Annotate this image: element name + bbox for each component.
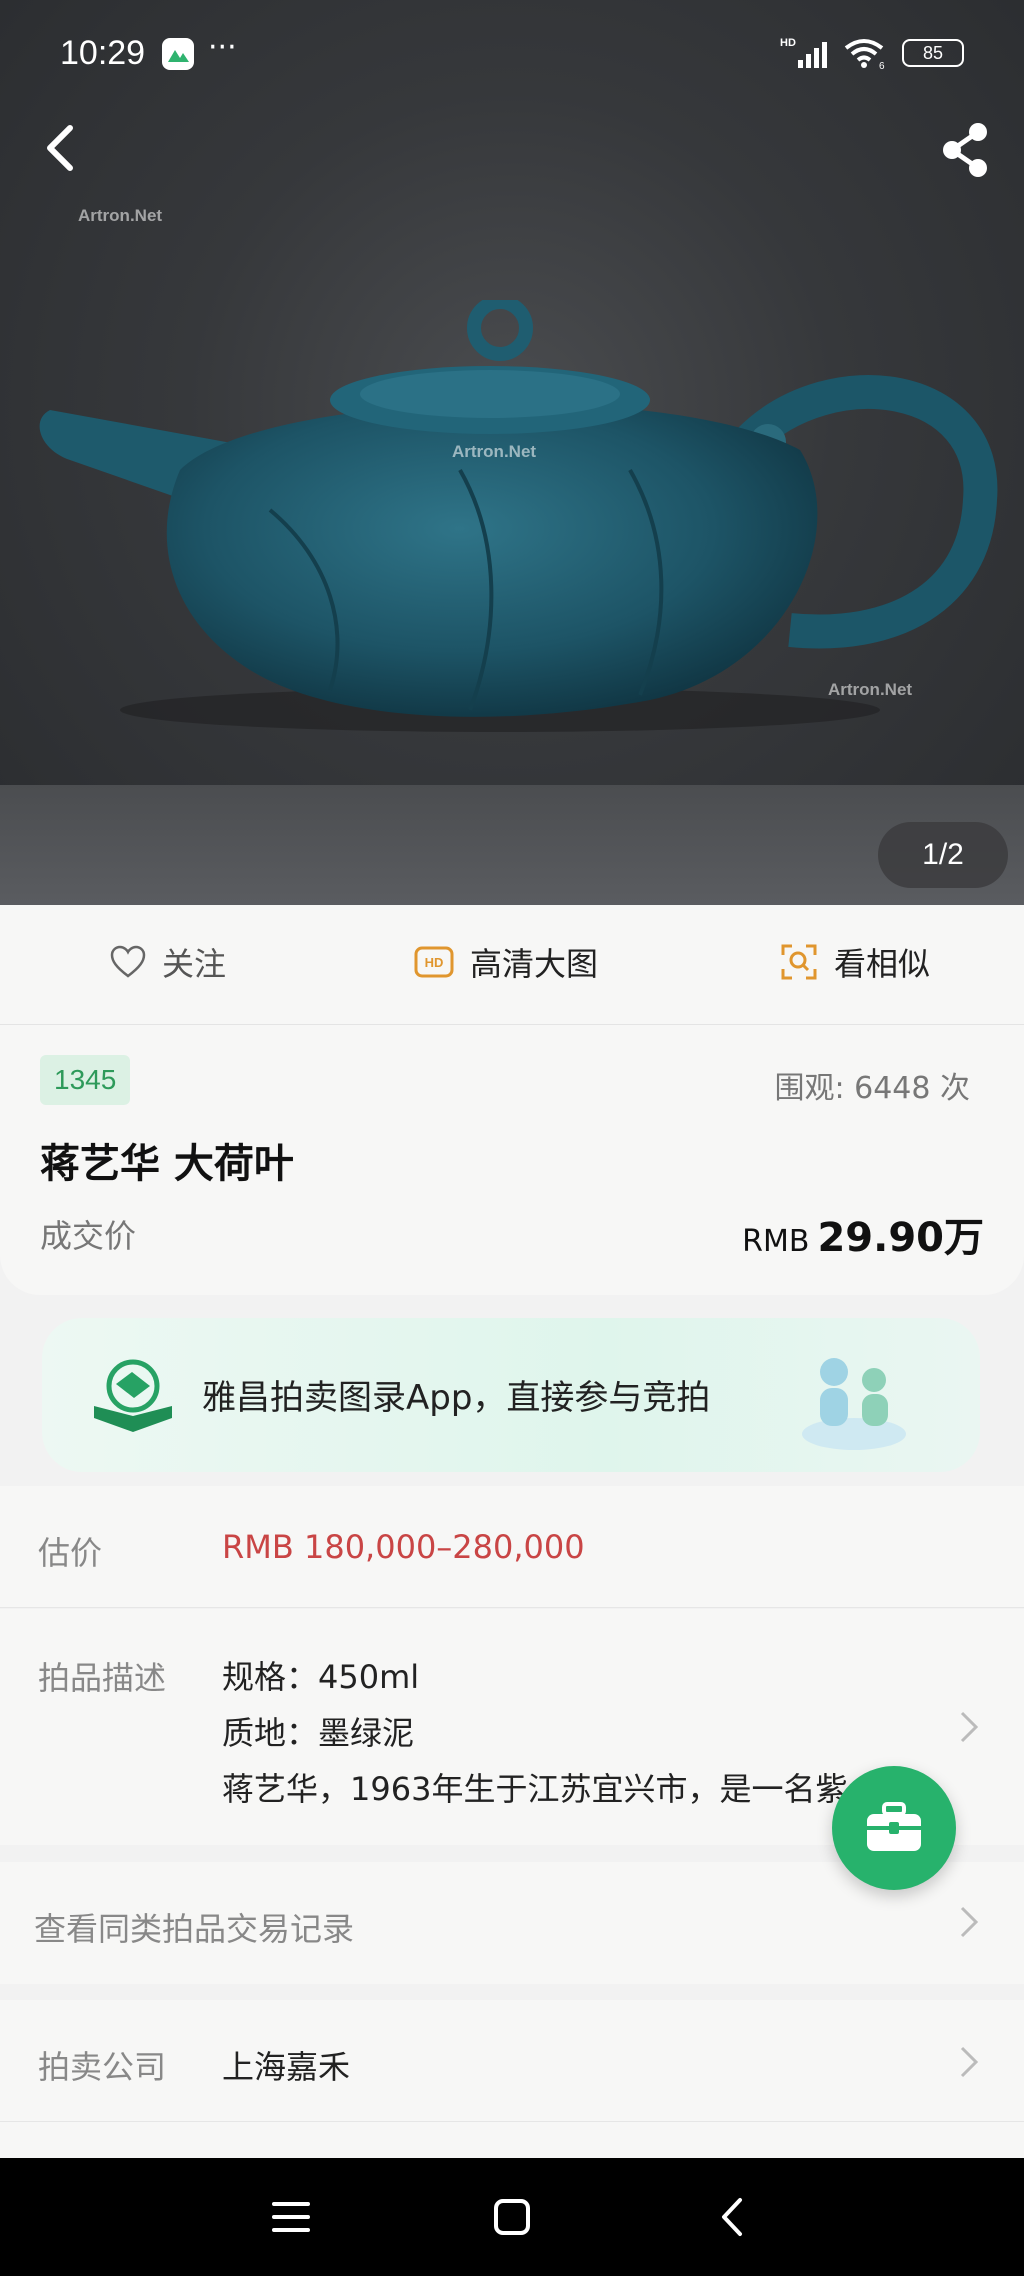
estimate-value: RMB 180,000–280,000 — [222, 1528, 585, 1566]
image-counter: 1/2 — [878, 822, 1008, 888]
home-icon[interactable] — [487, 2192, 537, 2242]
view-count: 围观: 6448 次 — [774, 1071, 970, 1106]
description-label: 拍品描述 — [38, 1659, 167, 1697]
lot-number-badge: 1345 — [40, 1055, 131, 1105]
heart-icon — [110, 945, 146, 978]
users-illustration-icon — [802, 1358, 906, 1450]
sold-price: RMB 29.90万 — [742, 1205, 984, 1263]
status-time: 10:29 — [60, 34, 146, 72]
trade-records-label: 查看同类拍品交易记录 — [34, 1910, 355, 1948]
status-indicators: HD 6 85 — [780, 36, 964, 70]
status-bar: 10:29 ··· HD 6 85 — [0, 0, 1024, 110]
app-promo-banner[interactable]: 雅昌拍卖图录App，直接参与竞拍 — [42, 1318, 980, 1472]
app-notification-icon — [162, 38, 194, 70]
chevron-left-icon — [47, 125, 73, 171]
lot-info-card: 关注 HD 高清大图 看相似 1345 围观: 6448 次 蒋艺华 大荷叶 成… — [0, 905, 1024, 1295]
price-currency: RMB — [742, 1224, 810, 1259]
price-value: 29.90万 — [817, 1215, 984, 1261]
menu-icon[interactable] — [266, 2192, 316, 2242]
wifi-icon: 6 — [844, 39, 885, 70]
hd-badge-label: HD — [425, 955, 444, 970]
back-button[interactable] — [34, 118, 90, 178]
toolbox-fab-button[interactable] — [832, 1766, 956, 1890]
similar-label: 看相似 — [834, 945, 931, 983]
chevron-right-icon — [960, 1711, 979, 1743]
battery-icon: 85 — [902, 39, 964, 67]
find-similar-button[interactable]: 看相似 — [780, 939, 930, 985]
auction-company-value: 上海嘉禾 — [222, 2048, 351, 2086]
description-line: 蒋艺华，1963年生于江苏宜兴市，是一名紫 — [222, 1770, 848, 1808]
hd-label: 高清大图 — [470, 945, 599, 983]
hero-floor — [0, 785, 1024, 905]
watermark: Artron.Net — [828, 680, 913, 699]
teapot-image — [39, 300, 998, 732]
auction-company-label: 拍卖公司 — [38, 2048, 167, 2086]
share-button[interactable] — [938, 120, 994, 180]
promo-text: 雅昌拍卖图录App，直接参与竞拍 — [202, 1378, 711, 1418]
artron-logo-icon — [94, 1359, 172, 1432]
hd-image-button[interactable]: HD 高清大图 — [414, 939, 598, 985]
estimate-label: 估价 — [38, 1534, 103, 1572]
signal-icon: HD — [780, 37, 827, 68]
description-line: 规格：450ml — [222, 1658, 420, 1696]
action-bar: 关注 HD 高清大图 看相似 — [0, 905, 1024, 1025]
estimate-row: 估价 RMB 180,000–280,000 — [0, 1486, 1024, 1608]
back-nav-icon[interactable] — [708, 2192, 758, 2242]
description-text: 规格：450ml 质地：墨绿泥 蒋艺华，1963年生于江苏宜兴市，是一名紫 — [222, 1649, 922, 1817]
watermark: Artron.Net — [452, 442, 537, 461]
chevron-right-icon — [960, 2046, 979, 2078]
scan-search-icon — [781, 944, 817, 980]
more-notifications-icon: ··· — [208, 30, 237, 65]
description-line: 质地：墨绿泥 — [222, 1714, 415, 1752]
follow-button[interactable]: 关注 — [110, 939, 226, 985]
follow-label: 关注 — [162, 945, 227, 983]
wifi-badge: 6 — [879, 61, 885, 70]
briefcase-icon — [867, 1802, 921, 1851]
share-icon — [943, 123, 987, 177]
hd-icon: HD — [414, 946, 454, 978]
bottom-spacer — [0, 2122, 1024, 2158]
hero-image[interactable]: Artron.Net Artron.Net Artron.Net — [0, 0, 1024, 905]
system-nav-bar — [0, 2158, 1024, 2276]
auction-company-row[interactable]: 拍卖公司 上海嘉禾 — [0, 2000, 1024, 2122]
chevron-right-icon — [960, 1906, 979, 1938]
network-type-label: HD — [780, 37, 796, 49]
lot-title: 蒋艺华 大荷叶 — [40, 1141, 294, 1187]
sold-price-label: 成交价 — [40, 1217, 137, 1255]
watermark: Artron.Net — [78, 206, 163, 225]
